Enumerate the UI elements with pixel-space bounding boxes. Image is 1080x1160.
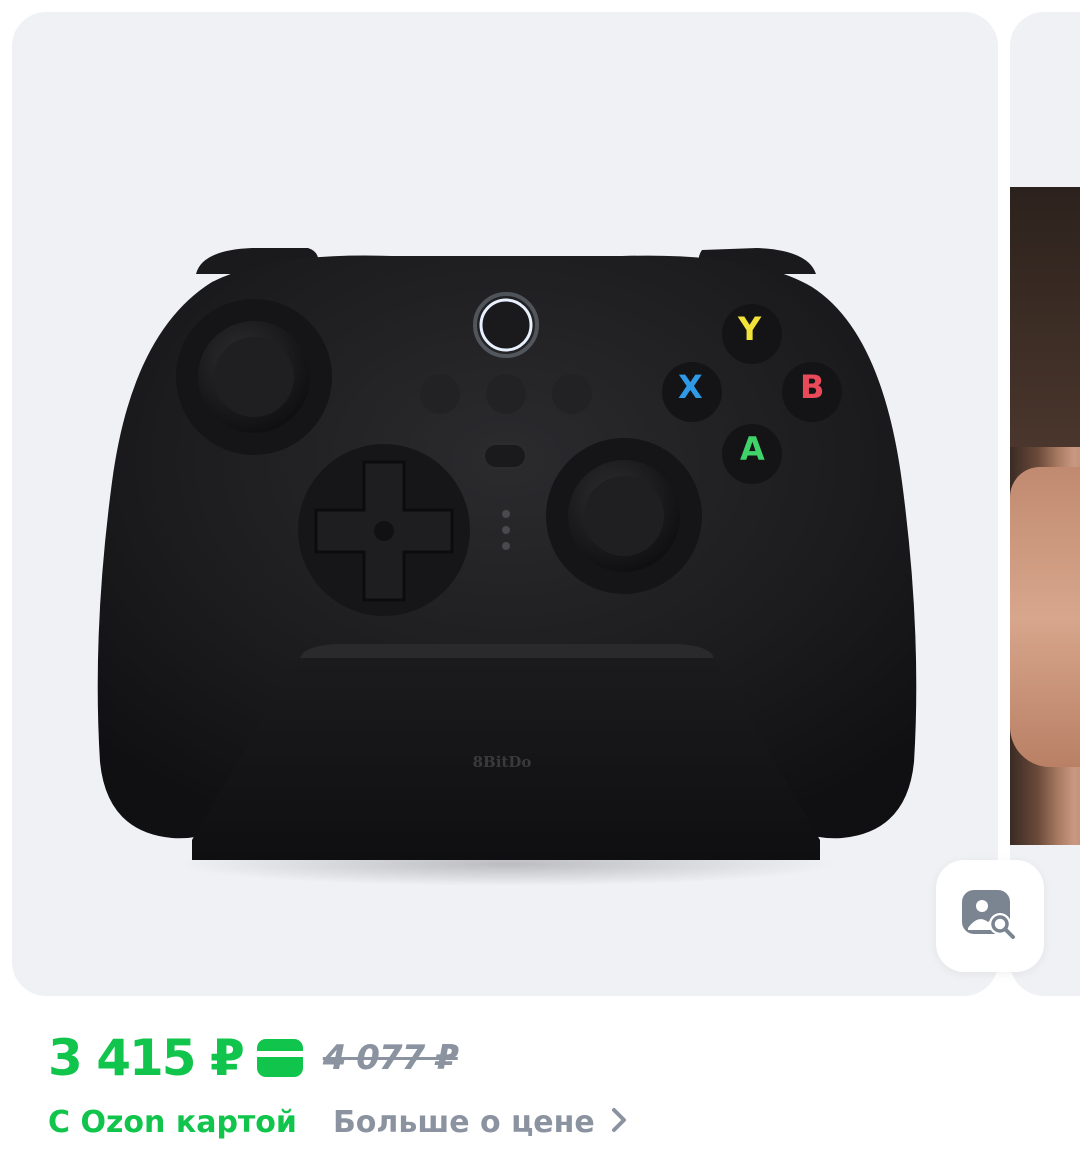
brand-logo: 8BitDo [473, 753, 532, 771]
credit-card-icon [256, 1039, 303, 1077]
ozon-card-label: С Ozon картой [48, 1104, 297, 1140]
image-search-icon [960, 886, 1020, 947]
button-x-label: X [678, 368, 703, 406]
button-a-label: A [740, 430, 765, 468]
product-image-next[interactable] [1010, 12, 1080, 996]
chevron-right-icon [611, 1107, 627, 1138]
button-y-label: Y [738, 310, 762, 348]
price-subrow: С Ozon картой Больше о цене [48, 1096, 627, 1148]
price-row: 3 415 ₽ 4 077 ₽ [48, 1026, 459, 1090]
button-b-label: B [800, 368, 825, 406]
product-gallery[interactable]: 8BitDo Y X B A [0, 0, 1080, 1000]
more-about-price-label: Больше о цене [332, 1104, 595, 1140]
product-page: 8BitDo Y X B A 3 415 ₽ 4 077 ₽ С Ozon ка… [0, 0, 1080, 1160]
more-about-price-link[interactable]: Больше о цене [333, 1105, 627, 1140]
photo-search-button[interactable] [936, 860, 1044, 972]
controller-image: 8BitDo [97, 248, 917, 886]
price-current: 3 415 ₽ [48, 1029, 245, 1087]
price-old: 4 077 ₽ [322, 1038, 459, 1078]
product-image-main[interactable]: 8BitDo Y X B A [12, 12, 998, 996]
next-photo-preview [1010, 187, 1080, 845]
